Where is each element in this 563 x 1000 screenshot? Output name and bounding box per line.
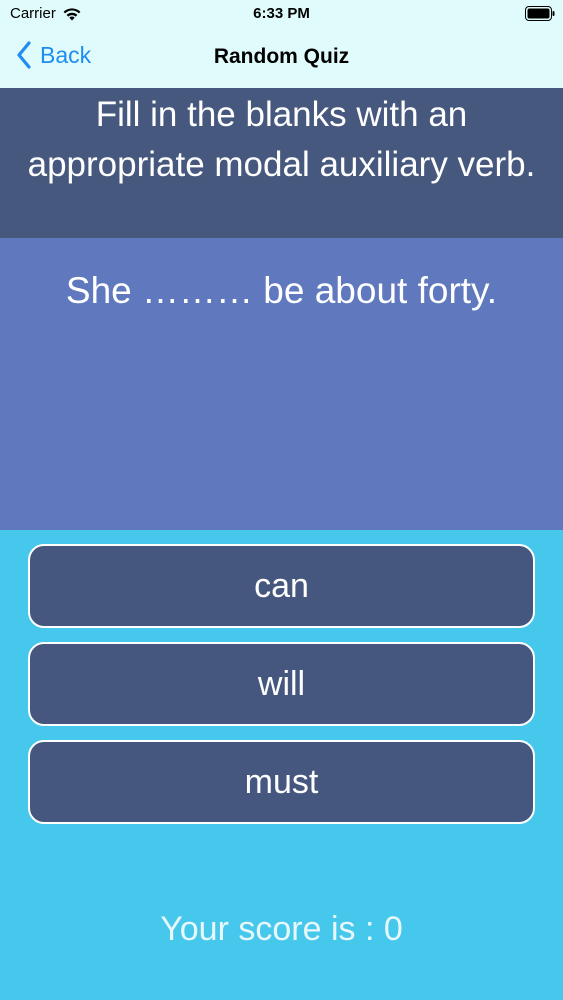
question-text: She ……… be about forty. xyxy=(65,270,498,311)
question-panel: She ……… be about forty. xyxy=(0,238,563,530)
answer-label: can xyxy=(254,566,309,605)
answer-list: can will must xyxy=(28,544,535,838)
instruction-text: Fill in the blanks with an appropriate m… xyxy=(27,95,536,184)
navigation-bar: Back Random Quiz xyxy=(0,30,563,88)
answer-button-must[interactable]: must xyxy=(28,740,535,824)
status-bar: Carrier 6:33 PM xyxy=(0,0,563,30)
status-time: 6:33 PM xyxy=(253,5,310,22)
answer-button-can[interactable]: can xyxy=(28,544,535,628)
instruction-panel: Fill in the blanks with an appropriate m… xyxy=(0,88,563,238)
answer-button-will[interactable]: will xyxy=(28,642,535,726)
page-title: Random Quiz xyxy=(213,45,350,68)
battery-icon xyxy=(525,6,555,21)
answer-label: must xyxy=(244,762,319,801)
answer-label: will xyxy=(257,664,306,703)
score-text: Your score is : 0 xyxy=(160,910,403,948)
